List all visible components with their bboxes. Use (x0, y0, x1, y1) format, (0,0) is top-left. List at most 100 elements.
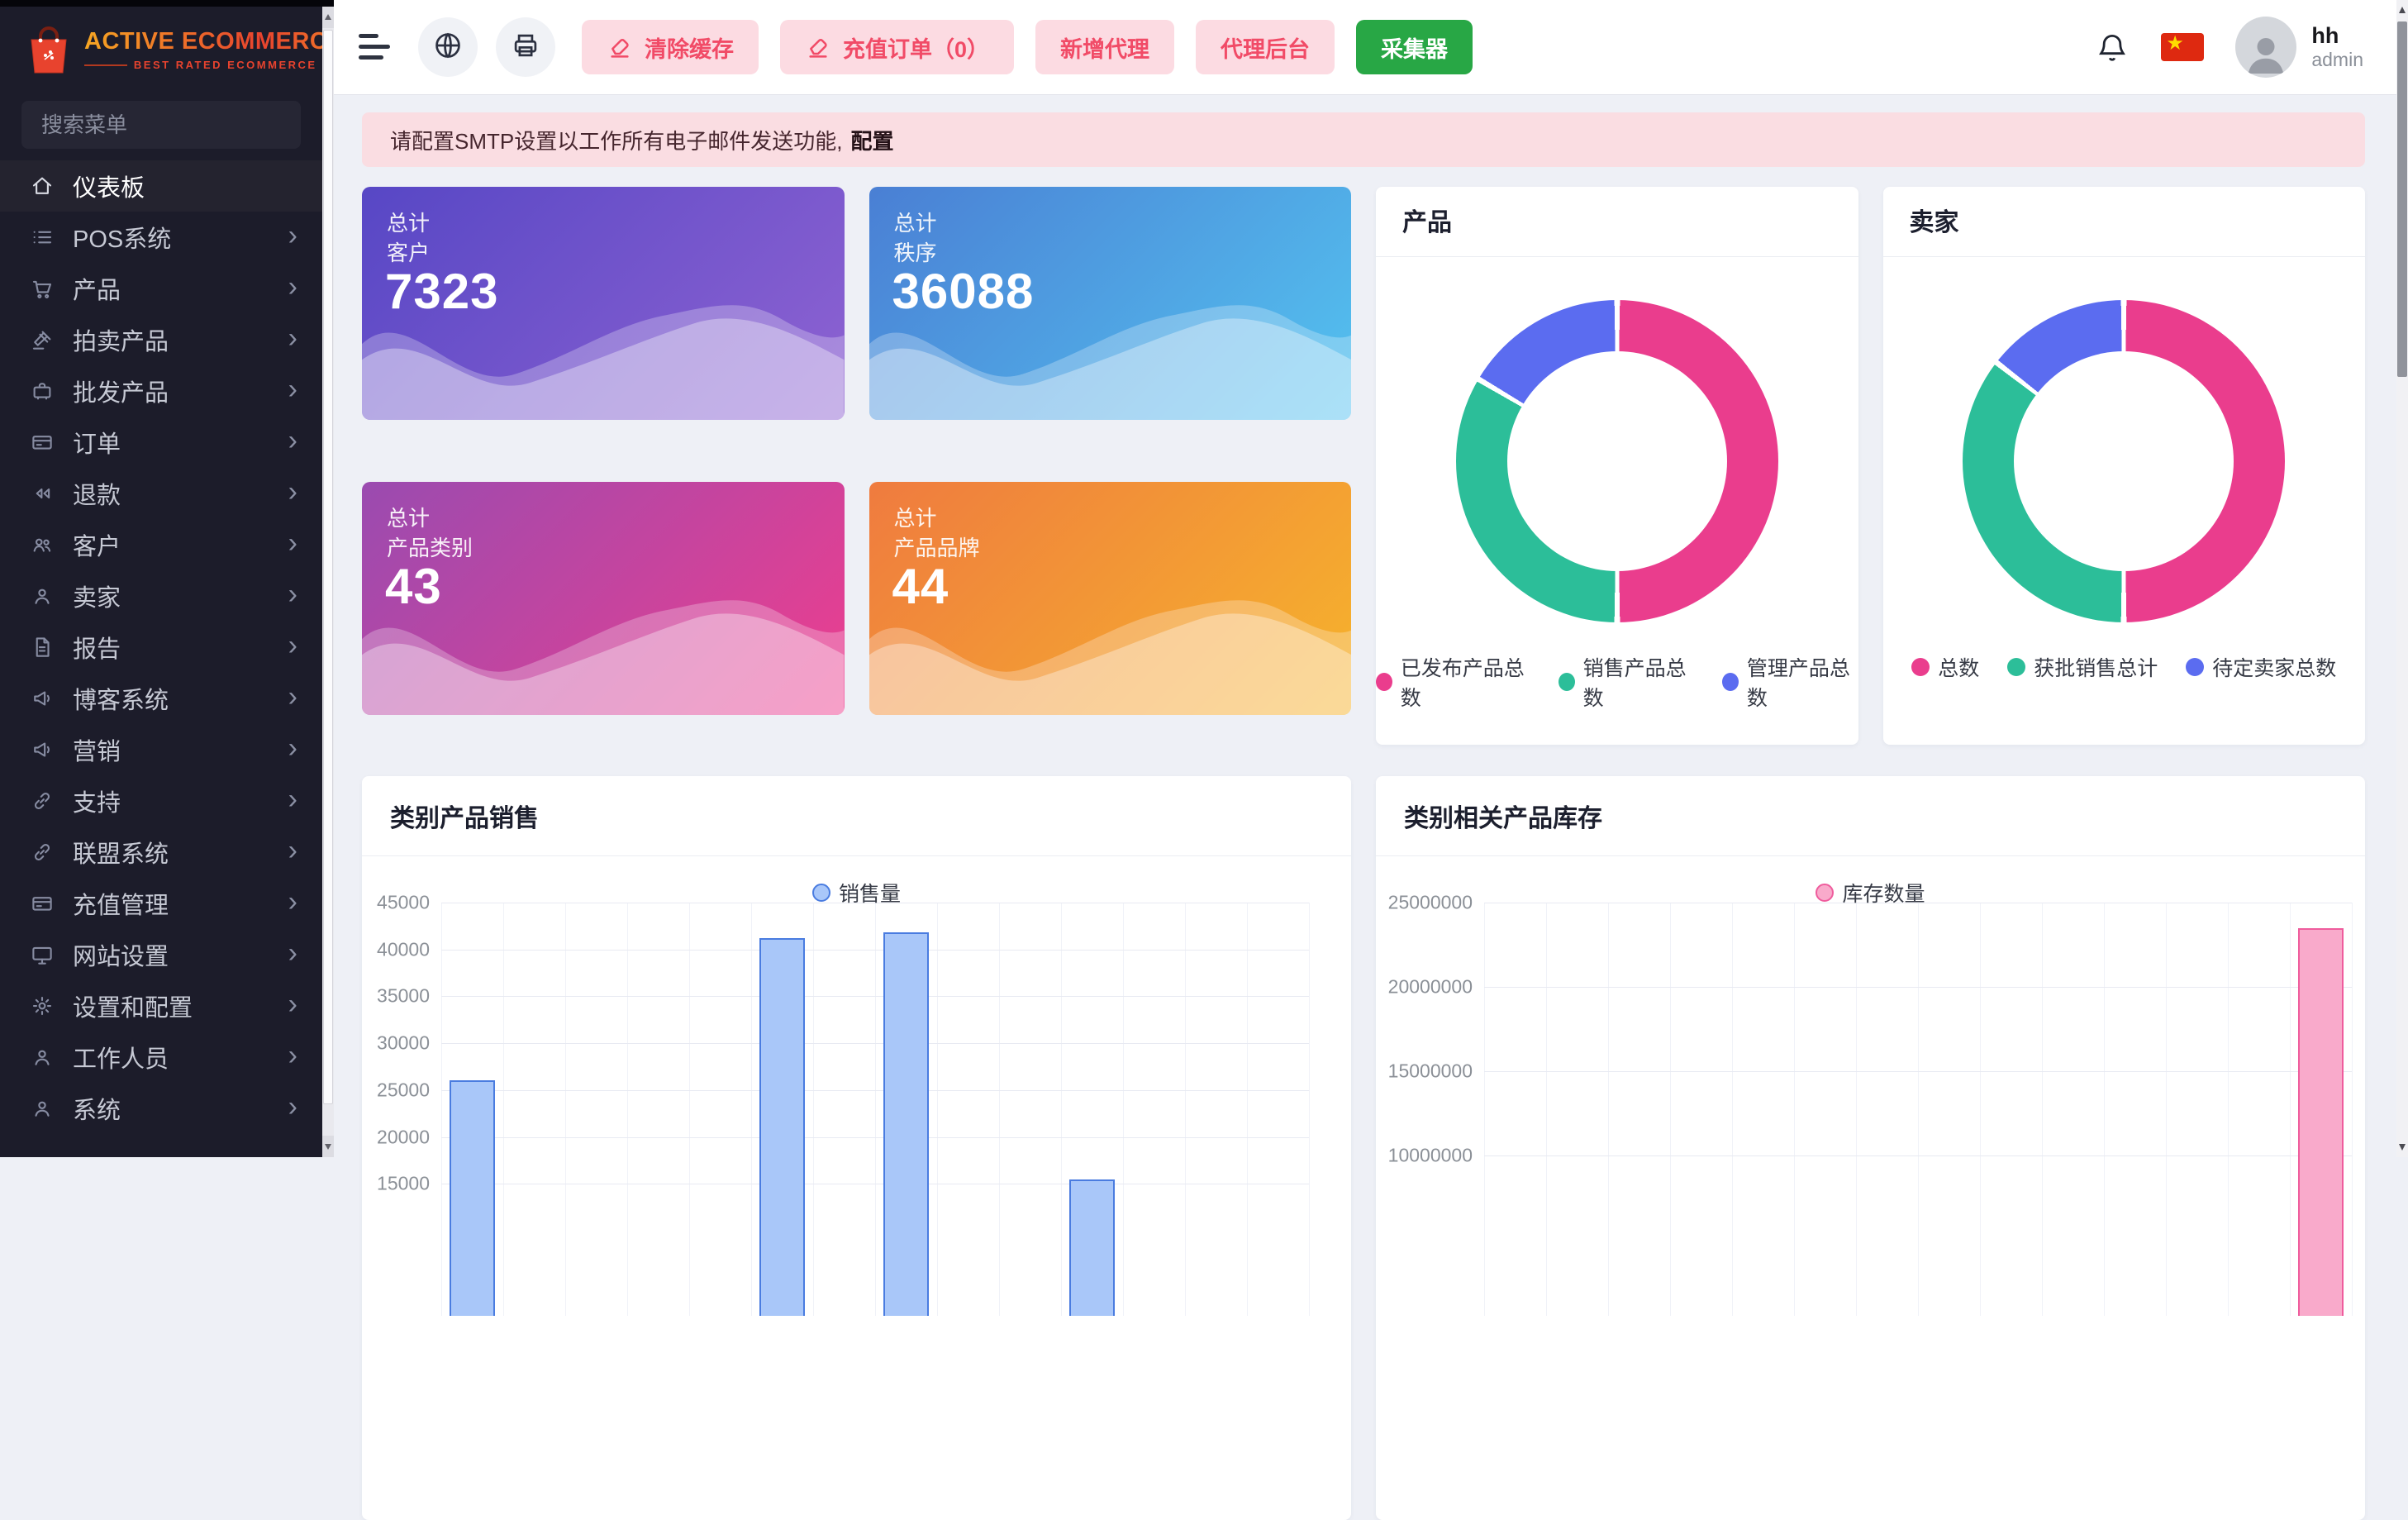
sidebar-item-系统[interactable]: 系统› (0, 1083, 322, 1134)
sidebar-item-label: 订单 (73, 425, 270, 460)
chevron-right-icon: › (288, 222, 297, 250)
legend-item-销售量[interactable]: 销售量 (812, 878, 901, 908)
sidebar-item-支持[interactable]: 支持› (0, 775, 322, 827)
sidebar-item-label: POS系统 (73, 220, 270, 255)
legend-dot (1816, 884, 1834, 902)
topbar-button-新增代理[interactable]: 新增代理 (1035, 20, 1174, 74)
category-stock-chart-card: 类别相关产品库存 库存数量250000002000000015000000100… (1376, 776, 2365, 1520)
sidebar-item-营销[interactable]: 营销› (0, 724, 322, 775)
file-icon (30, 635, 55, 660)
y-axis-tick: 30000 (362, 1032, 430, 1055)
gridline (1670, 903, 1671, 1316)
sidebar-item-POS系统[interactable]: POS系统 › (0, 212, 322, 263)
category-sales-bar-chart: 销售量45000400003500030000250002000015000 (362, 856, 1351, 1520)
sidebar-item-客户[interactable]: 客户› (0, 519, 322, 570)
language-china-flag[interactable]: ★ (2161, 33, 2204, 61)
legend-label: 待定卖家总数 (2212, 652, 2336, 682)
top-navbar: 清除缓存充值订单（0） 新增代理代理后台采集器 ★ hh admin (334, 0, 2396, 94)
gridline (999, 903, 1000, 1316)
sidebar: ACTIVE ECOMMERCE CMS BEST RATED ECOMMERC… (0, 0, 334, 1157)
gridline (1608, 903, 1609, 1316)
sidebar-scrollbar-thumb[interactable] (323, 30, 333, 1104)
gridline (1484, 987, 2352, 988)
sidebar-menu: 仪表板POS系统›产品›拍卖产品›批发产品›订单›退款›客户›卖家›报告›博客系… (0, 160, 322, 1134)
sidebar-item-批发产品[interactable]: 批发产品› (0, 365, 322, 417)
sidebar-item-卖家[interactable]: 卖家› (0, 570, 322, 622)
user-icon (30, 584, 55, 608)
topbar-button-清除缓存[interactable]: 清除缓存 (582, 20, 759, 74)
legend-item-管理产品总数[interactable]: 管理产品总数 (1722, 652, 1858, 712)
stat-label: 总计 (387, 502, 430, 532)
brand-logo[interactable]: ACTIVE ECOMMERCE CMS BEST RATED ECOMMERC… (0, 7, 322, 91)
sidebar-item-报告[interactable]: 报告› (0, 622, 322, 673)
megaphone-icon (30, 686, 55, 711)
card-title: 产品 (1376, 187, 1858, 257)
suitcase-icon (30, 379, 55, 403)
sidebar-item-博客系统[interactable]: 博客系统› (0, 673, 322, 724)
legend-label: 管理产品总数 (1747, 652, 1858, 712)
list-icon (30, 225, 55, 250)
topbar-button-充值订单（0）[interactable]: 充值订单（0） (780, 20, 1014, 74)
sidebar-item-联盟系统[interactable]: 联盟系统› (0, 827, 322, 878)
scroll-down-icon[interactable] (322, 1136, 334, 1157)
bar (1069, 1179, 1115, 1316)
sidebar-item-产品[interactable]: 产品› (0, 263, 322, 314)
wave-decoration (869, 584, 1352, 715)
website-globe-button[interactable] (418, 17, 478, 77)
scroll-up-icon[interactable] (322, 7, 334, 28)
notifications-bell-icon[interactable] (2095, 30, 2130, 64)
sidebar-item-label: 卖家 (73, 579, 270, 613)
legend-item-已发布产品总数[interactable]: 已发布产品总数 (1376, 652, 1530, 712)
sidebar-search-input[interactable] (21, 101, 301, 149)
scroll-up-icon[interactable] (2399, 7, 2406, 13)
sidebar-item-工作人员[interactable]: 工作人员 › (0, 1032, 322, 1083)
page-scrollbar[interactable] (2396, 0, 2408, 1157)
chevron-right-icon: › (288, 888, 297, 916)
chevron-right-icon: › (288, 734, 297, 762)
sidebar-item-退款[interactable]: 退款› (0, 468, 322, 519)
legend-item-待定卖家总数[interactable]: 待定卖家总数 (2186, 652, 2336, 682)
sidebar-scrollbar[interactable] (322, 7, 334, 1157)
legend-item-获批销售总计[interactable]: 获批销售总计 (2007, 652, 2158, 682)
avatar (2235, 17, 2296, 78)
alert-configure-link[interactable]: 配置 (850, 125, 893, 155)
topbar-button-采集器[interactable]: 采集器 (1356, 20, 1473, 74)
legend-item-库存数量[interactable]: 库存数量 (1816, 878, 1925, 908)
sidebar-item-label: 博客系统 (73, 681, 270, 716)
gridline (441, 950, 1309, 951)
sellers-donut-chart (1963, 300, 2285, 622)
sidebar-toggle-icon[interactable] (359, 33, 395, 61)
sidebar-item-网站设置[interactable]: 网站设置 › (0, 929, 322, 980)
sidebar-item-拍卖产品[interactable]: 拍卖产品› (0, 314, 322, 365)
user-menu[interactable]: hh admin (2235, 17, 2363, 78)
chevron-right-icon: › (288, 1093, 297, 1121)
sidebar-item-label: 工作人员 (73, 1040, 270, 1074)
y-axis-tick: 15000000 (1376, 1060, 1473, 1083)
chevron-right-icon: › (288, 1041, 297, 1070)
card-title: 类别产品销售 (362, 776, 1351, 856)
chevron-right-icon: › (288, 939, 297, 967)
gridline (2042, 903, 2043, 1316)
products-donut-card: 产品 已发布产品总数销售产品总数管理产品总数 (1376, 187, 1858, 745)
sidebar-item-label: 客户 (73, 527, 270, 562)
sidebar-item-订单[interactable]: 订单› (0, 417, 322, 468)
page-scrollbar-thumb[interactable] (2397, 21, 2407, 377)
sidebar-item-仪表板[interactable]: 仪表板 (0, 160, 322, 212)
legend-dot (2186, 658, 2204, 676)
main-content: 请配置SMTP设置以工作所有电子邮件发送功能, 配置 总计 客户 7323 总计… (334, 94, 2396, 1157)
sidebar-item-设置和配置[interactable]: 设置和配置› (0, 980, 322, 1032)
sidebar-item-label: 联盟系统 (73, 835, 270, 870)
sidebar-item-label: 报告 (73, 630, 270, 665)
stat-label: 总计 (387, 207, 430, 237)
topbar-button-代理后台[interactable]: 代理后台 (1196, 20, 1335, 74)
pos-print-button[interactable] (496, 17, 555, 77)
scroll-down-icon[interactable] (2399, 1144, 2406, 1151)
gridline (1123, 903, 1124, 1316)
sidebar-item-充值管理[interactable]: 充值管理› (0, 878, 322, 929)
legend-item-销售产品总数[interactable]: 销售产品总数 (1559, 652, 1694, 712)
legend-label: 总数 (1938, 652, 1979, 682)
sidebar-item-label: 网站设置 (73, 937, 270, 972)
star-icon: ★ (2166, 31, 2184, 55)
user-icon (30, 1096, 55, 1121)
legend-item-总数[interactable]: 总数 (1911, 652, 1979, 682)
